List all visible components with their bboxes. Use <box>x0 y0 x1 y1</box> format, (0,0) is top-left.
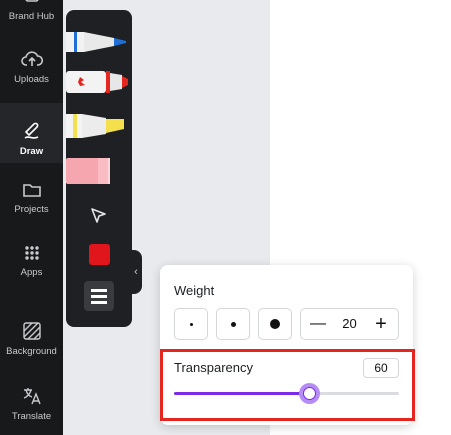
background-pattern-icon <box>22 322 41 340</box>
current-color-swatch <box>88 244 110 265</box>
transparency-slider[interactable] <box>174 383 399 404</box>
draw-icon <box>24 122 38 139</box>
translate-icon <box>23 388 41 405</box>
sidebar-item-label: Uploads <box>14 74 49 85</box>
brand-hub-icon <box>24 0 39 2</box>
weight-label: Weight <box>174 283 215 298</box>
sidebar-item-background[interactable]: Background <box>0 305 63 363</box>
increase-weight-button[interactable]: + <box>366 309 396 339</box>
cursor-arrow-icon <box>91 208 106 223</box>
color-picker-button[interactable] <box>66 244 132 266</box>
sidebar-item-label: Projects <box>14 204 49 215</box>
highlighter-icon <box>66 114 124 138</box>
collapse-panel-button[interactable]: ‹ <box>130 250 142 294</box>
sidebar-item-apps[interactable]: Apps <box>0 226 63 284</box>
transparency-slider-fill <box>174 392 309 395</box>
highlighter-tool[interactable] <box>66 110 132 144</box>
sidebar-item-label: Translate <box>11 411 52 422</box>
plus-icon: + <box>375 312 387 335</box>
sidebar-item-projects[interactable]: Projects <box>0 163 63 221</box>
sidebar-item-label: Apps <box>20 267 43 278</box>
sidebar-item-draw[interactable]: Draw <box>0 103 63 163</box>
sidebar-item-translate[interactable]: Translate <box>0 370 63 428</box>
decrease-weight-button[interactable]: — <box>303 309 333 339</box>
pen-settings-popover: Weight — 20 + Transparency 60 <box>160 265 413 425</box>
pen-icon <box>66 32 126 52</box>
left-sidebar: Brand Hub Uploads Draw Projects Apps Bac… <box>0 0 63 435</box>
weight-stepper: — 20 + <box>300 308 399 340</box>
transparency-label: Transparency <box>174 360 253 375</box>
select-tool[interactable] <box>66 202 132 230</box>
chevron-left-icon: ‹ <box>134 266 138 278</box>
weight-value-input[interactable]: 20 <box>331 309 368 339</box>
transparency-slider-thumb[interactable] <box>299 383 320 404</box>
cloud-upload-icon <box>20 51 43 66</box>
eraser-tool[interactable] <box>66 154 132 188</box>
grid-icon <box>24 246 39 260</box>
sidebar-item-brand-hub[interactable]: Brand Hub <box>0 0 63 28</box>
weight-small-button[interactable] <box>174 308 208 340</box>
sidebar-item-uploads[interactable]: Uploads <box>0 33 63 91</box>
sidebar-item-label: Background <box>6 346 57 357</box>
pen-settings-button[interactable] <box>66 281 132 311</box>
draw-tools-panel <box>66 10 132 327</box>
pen-tool[interactable] <box>66 24 132 60</box>
marker-tool[interactable] <box>66 65 132 99</box>
transparency-value-input[interactable]: 60 <box>363 358 399 378</box>
weight-medium-button[interactable] <box>216 308 250 340</box>
marker-icon <box>66 71 128 93</box>
folder-icon <box>22 184 41 197</box>
weight-large-button[interactable] <box>258 308 292 340</box>
sidebar-item-label: Draw <box>19 146 44 157</box>
menu-lines-icon <box>84 281 114 311</box>
eraser-icon <box>66 158 110 184</box>
minus-icon: — <box>310 315 326 332</box>
sidebar-item-label: Brand Hub <box>8 11 55 22</box>
